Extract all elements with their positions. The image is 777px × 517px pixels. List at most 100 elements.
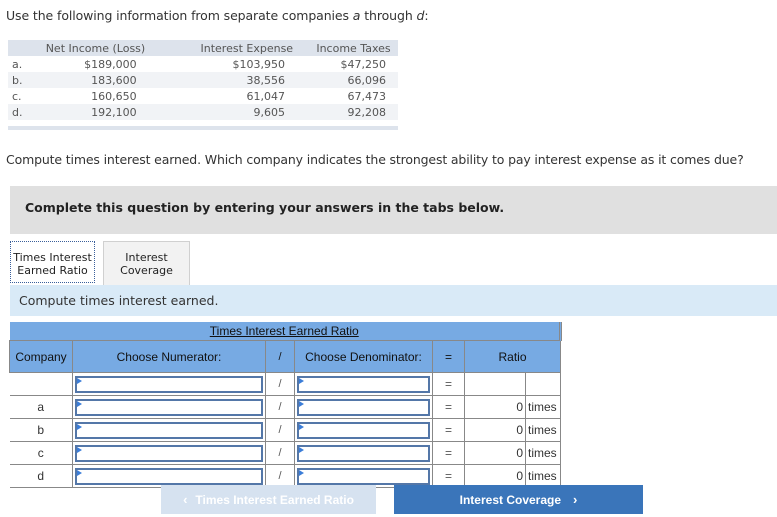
dropdown-flag-icon bbox=[77, 423, 82, 430]
numerator-dropdown[interactable] bbox=[75, 398, 263, 416]
income-taxes-cell: $47,250 bbox=[340, 57, 387, 71]
ratio-value: 0 bbox=[464, 441, 526, 465]
numerator-cell bbox=[72, 372, 266, 396]
dropdown-flag-icon bbox=[77, 377, 82, 384]
dropdown-flag-icon bbox=[77, 469, 82, 476]
table-row: a / = 0 times bbox=[9, 395, 561, 419]
equals-cell: = bbox=[432, 372, 465, 396]
denominator-cell bbox=[294, 395, 433, 419]
prev-tab-button[interactable]: ‹ Times Interest Earned Ratio bbox=[161, 485, 376, 514]
dropdown-flag-icon bbox=[299, 377, 304, 384]
header-equals: = bbox=[432, 340, 465, 373]
info-label: b. bbox=[12, 73, 23, 87]
ratio-table-title-row: Times Interest Earned Ratio bbox=[9, 322, 562, 341]
header-net-income: Net Income (Loss) bbox=[45, 41, 146, 55]
ratio-unit: times bbox=[525, 395, 561, 419]
denominator-cell bbox=[294, 418, 433, 442]
info-label: d. bbox=[12, 105, 23, 119]
info-header-blank bbox=[8, 40, 36, 56]
interest-expense-cell: 38,556 bbox=[246, 73, 285, 87]
company-cell bbox=[9, 372, 73, 396]
dropdown-flag-icon bbox=[77, 446, 82, 453]
info-table-footer-bar bbox=[8, 126, 398, 130]
ratio-value: 0 bbox=[464, 418, 526, 442]
instructions-banner: Complete this question by entering your … bbox=[10, 186, 777, 234]
intro-prefix: Use the following information from separ… bbox=[6, 8, 353, 23]
company-cell: b bbox=[9, 418, 73, 442]
header-income-taxes: Income Taxes bbox=[316, 41, 391, 55]
header-ratio: Ratio bbox=[464, 340, 561, 373]
equals-cell: = bbox=[432, 441, 465, 465]
denominator-dropdown[interactable] bbox=[297, 444, 430, 462]
denominator-cell bbox=[294, 441, 433, 465]
slash-cell: / bbox=[265, 441, 295, 465]
ratio-value bbox=[464, 372, 526, 396]
chevron-left-icon: ‹ bbox=[183, 492, 188, 507]
denominator-dropdown[interactable] bbox=[297, 421, 430, 439]
info-label: c. bbox=[12, 89, 22, 103]
tab-instruction: Compute times interest earned. bbox=[10, 285, 777, 316]
table-row: c / = 0 times bbox=[9, 441, 561, 465]
interest-expense-cell: $103,950 bbox=[232, 57, 285, 71]
numerator-dropdown[interactable] bbox=[75, 375, 263, 393]
prev-tab-label: Times Interest Earned Ratio bbox=[195, 492, 354, 507]
tab-label-line2: Earned Ratio bbox=[17, 264, 88, 277]
info-row: c. 160,650 61,047 67,473 bbox=[8, 88, 398, 104]
net-income-cell: 183,600 bbox=[91, 73, 137, 87]
income-taxes-cell: 67,473 bbox=[347, 89, 387, 103]
chevron-right-icon: › bbox=[573, 492, 578, 507]
info-label: a. bbox=[12, 57, 23, 71]
header-company: Company bbox=[9, 340, 73, 373]
info-header-row: Net Income (Loss) Interest Expense Incom… bbox=[8, 40, 398, 56]
question-text: Compute times interest earned. Which com… bbox=[6, 152, 744, 167]
dropdown-flag-icon bbox=[299, 400, 304, 407]
tab-label-line2: Coverage bbox=[120, 264, 173, 277]
income-taxes-cell: 66,096 bbox=[347, 73, 387, 87]
dropdown-flag-icon bbox=[299, 469, 304, 476]
header-slash: / bbox=[265, 340, 295, 373]
equals-cell: = bbox=[432, 395, 465, 419]
next-tab-button[interactable]: Interest Coverage › bbox=[394, 485, 643, 514]
tab-label-line1: Interest bbox=[125, 251, 168, 264]
dropdown-flag-icon bbox=[299, 446, 304, 453]
tab-label-line1: Times Interest bbox=[13, 251, 92, 264]
net-income-cell: $189,000 bbox=[84, 57, 137, 71]
ratio-value: 0 bbox=[464, 395, 526, 419]
info-row: a. $189,000 $103,950 $47,250 bbox=[8, 56, 398, 72]
slash-cell: / bbox=[265, 395, 295, 419]
tab-instruction-text: Compute times interest earned. bbox=[19, 293, 219, 308]
company-cell: c bbox=[9, 441, 73, 465]
slash-cell: / bbox=[265, 418, 295, 442]
numerator-cell bbox=[72, 418, 266, 442]
slash-cell: / bbox=[265, 372, 295, 396]
instructions-banner-text: Complete this question by entering your … bbox=[25, 200, 505, 215]
net-income-cell: 160,650 bbox=[91, 89, 137, 103]
denominator-dropdown[interactable] bbox=[297, 375, 430, 393]
equals-cell: = bbox=[432, 418, 465, 442]
interest-expense-cell: 9,605 bbox=[253, 105, 285, 119]
intro-text: Use the following information from separ… bbox=[6, 8, 429, 23]
denominator-dropdown[interactable] bbox=[297, 467, 430, 485]
header-denominator: Choose Denominator: bbox=[294, 340, 433, 373]
numerator-dropdown[interactable] bbox=[75, 444, 263, 462]
next-tab-label: Interest Coverage bbox=[459, 492, 562, 507]
tab-times-interest-earned-ratio[interactable]: Times Interest Earned Ratio bbox=[10, 241, 95, 283]
times-interest-earned-table: Times Interest Earned Ratio Company Choo… bbox=[9, 322, 562, 488]
info-row: d. 192,100 9,605 92,208 bbox=[8, 104, 398, 120]
net-income-cell: 192,100 bbox=[91, 105, 137, 119]
ratio-unit bbox=[525, 372, 561, 396]
denominator-dropdown[interactable] bbox=[297, 398, 430, 416]
intro-suffix: : bbox=[424, 8, 429, 23]
company-cell: d bbox=[9, 464, 73, 488]
header-interest-expense: Interest Expense bbox=[200, 41, 294, 55]
numerator-dropdown[interactable] bbox=[75, 467, 263, 485]
table-row: / = bbox=[9, 372, 561, 396]
intro-through: through bbox=[360, 8, 417, 23]
ratio-table-header-row: Company Choose Numerator: / Choose Denom… bbox=[9, 340, 561, 373]
dropdown-flag-icon bbox=[299, 423, 304, 430]
denominator-cell bbox=[294, 372, 433, 396]
numerator-dropdown[interactable] bbox=[75, 421, 263, 439]
income-taxes-cell: 92,208 bbox=[347, 105, 387, 119]
ratio-table-title-cell: Times Interest Earned Ratio bbox=[9, 322, 562, 341]
tab-interest-coverage[interactable]: Interest Coverage bbox=[103, 241, 190, 285]
